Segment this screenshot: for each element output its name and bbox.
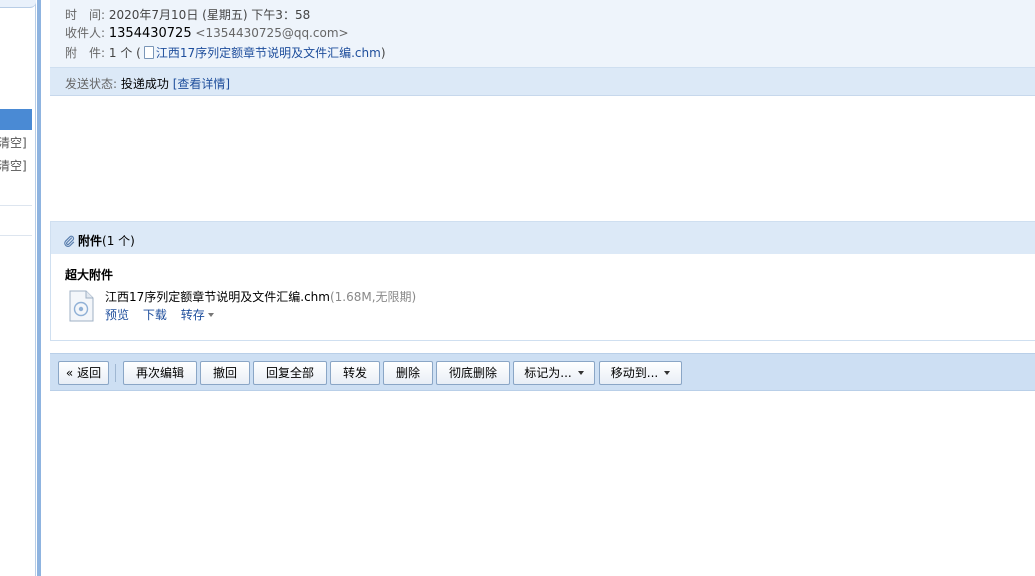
sidebar-scrollbar[interactable]: [37, 0, 41, 576]
preview-link[interactable]: 预览: [105, 308, 129, 322]
reply-all-button[interactable]: 回复全部: [253, 361, 327, 385]
paperclip-icon: [64, 235, 75, 247]
attachment-link[interactable]: 江西17序列定额章节说明及文件汇编.chm: [156, 46, 381, 60]
delete-permanently-button[interactable]: 彻底删除: [436, 361, 510, 385]
sidebar-clear-link-2[interactable]: 清空]: [0, 157, 27, 174]
status-details-link[interactable]: [查看详情]: [173, 77, 230, 91]
file-icon: [143, 46, 154, 59]
attachment-panel-header: 附件(1 个): [51, 222, 1035, 254]
recipient-email[interactable]: <1354430725@qq.com>: [195, 26, 348, 40]
save-to-label: 转存: [180, 308, 205, 322]
attachment-row: 附 件: 1 个 ( 江西17序列定额章节说明及文件汇编.chm): [65, 44, 386, 61]
status-row: 发送状态: 投递成功 [查看详情]: [65, 75, 230, 92]
sidebar-top-cap: [0, 0, 36, 8]
attachment-count: 1 个 (: [108, 46, 141, 60]
sidebar-selected-item[interactable]: [0, 109, 32, 130]
move-to-button[interactable]: 移动到...: [599, 361, 682, 385]
status-label: 发送状态:: [65, 77, 118, 91]
recipient-row: 收件人: 1354430725 <1354430725@qq.com>: [65, 24, 349, 41]
back-button[interactable]: « 返回: [58, 361, 109, 385]
delivery-status-bar: 发送状态: 投递成功 [查看详情]: [50, 67, 1035, 95]
chevron-down-icon: [207, 313, 214, 317]
sidebar-divider: [0, 235, 32, 236]
attachment-title: 附件: [78, 234, 103, 248]
attachment-panel: 附件(1 个) 超大附件 江西17序列定额章节说明及文件汇编.chm(1.68M…: [50, 221, 1035, 341]
recall-button[interactable]: 撤回: [200, 361, 250, 385]
recipient-label: 收件人:: [65, 26, 106, 40]
download-link[interactable]: 下载: [143, 308, 167, 322]
chevron-down-icon: [664, 371, 671, 375]
sidebar-panel: [0, 0, 36, 576]
edit-again-button[interactable]: 再次编辑: [123, 361, 197, 385]
delete-button[interactable]: 删除: [383, 361, 433, 385]
mail-toolbar: « 返回 再次编辑 撤回 回复全部 转发 删除 彻底删除 标记为... 移动到.…: [50, 353, 1035, 391]
mark-as-label: 标记为...: [524, 366, 572, 380]
attachment-total: (1 个): [102, 234, 135, 248]
recipient-name[interactable]: 1354430725: [109, 26, 192, 41]
attachment-file-row: 江西17序列定额章节说明及文件汇编.chm(1.68M,无限期): [105, 288, 416, 305]
chevron-down-icon: [577, 371, 584, 375]
save-to-link[interactable]: 转存: [181, 308, 214, 322]
super-attachment-heading: 超大附件: [65, 268, 114, 282]
attachment-label: 附 件:: [65, 46, 106, 60]
time-row: 时 间: 2020年7月10日 (星期五) 下午3：58: [65, 6, 310, 23]
left-sidebar: 清空] 清空]: [0, 0, 41, 576]
sidebar-clear-link-1[interactable]: 清空]: [0, 134, 27, 151]
mark-as-button[interactable]: 标记为...: [513, 361, 595, 385]
mail-header: 时 间: 2020年7月10日 (星期五) 下午3：58 收件人: 135443…: [50, 0, 1035, 96]
forward-button[interactable]: 转发: [330, 361, 380, 385]
mail-view: 时 间: 2020年7月10日 (星期五) 下午3：58 收件人: 135443…: [50, 0, 1035, 576]
toolbar-separator: [115, 364, 116, 382]
document-icon: [69, 290, 94, 322]
sidebar-divider: [0, 205, 32, 206]
time-value: 2020年7月10日 (星期五) 下午3：58: [108, 8, 311, 22]
time-label: 时 间:: [65, 8, 106, 22]
attachment-actions: 预览 下载 转存: [105, 306, 224, 323]
attachment-file-name[interactable]: 江西17序列定额章节说明及文件汇编.chm: [105, 290, 330, 304]
move-to-label: 移动到...: [610, 366, 659, 380]
status-value: 投递成功: [120, 77, 169, 91]
attachment-close: ): [380, 46, 386, 60]
attachment-file-meta: (1.68M,无限期): [329, 290, 417, 304]
